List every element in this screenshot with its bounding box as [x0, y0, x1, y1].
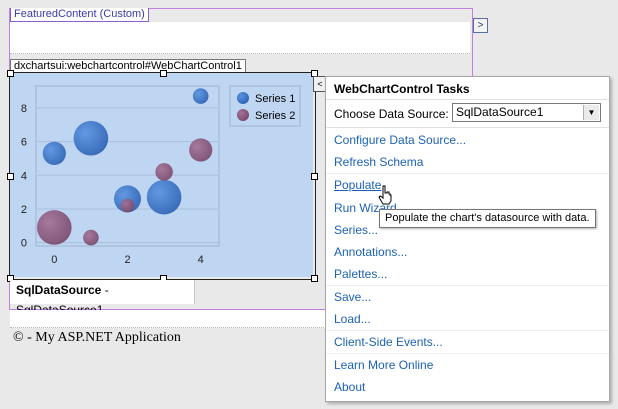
bubble-series-1-point-4	[146, 179, 182, 215]
x-tick-label: 0	[51, 254, 57, 266]
tasks-panel: WebChartControl Tasks Choose Data Source…	[325, 76, 610, 402]
y-tick-label: 6	[21, 137, 27, 149]
divider	[326, 173, 609, 174]
client-side-events-link[interactable]: Client-Side Events...	[334, 335, 443, 349]
datasource-type: SqlDataSource	[16, 283, 102, 297]
y-tick-label: 2	[21, 204, 27, 216]
save-link[interactable]: Save...	[334, 290, 371, 304]
palettes-link[interactable]: Palettes...	[334, 267, 387, 281]
bubble-series-2-point-1	[37, 210, 72, 245]
divider	[326, 353, 609, 354]
legend: Series 1 Series 2	[229, 85, 301, 127]
featured-content-band	[10, 22, 470, 54]
legend-label-series-2: Series 2	[255, 110, 295, 122]
x-tick-label: 2	[124, 254, 130, 266]
legend-label-series-1: Series 1	[255, 93, 295, 105]
bubble-series-1-point-5	[192, 88, 209, 104]
control-tag: dxchartsui:webchartcontrol#WebChartContr…	[10, 59, 246, 73]
divider	[326, 99, 609, 100]
bubble-series-2-point-5	[189, 138, 213, 162]
y-tick-label: 0	[21, 238, 27, 250]
legend-marker-series-2	[237, 109, 249, 121]
configure-data-source-link[interactable]: Configure Data Source...	[334, 133, 466, 147]
load-link[interactable]: Load...	[334, 312, 371, 326]
x-tick-label: 4	[198, 254, 204, 266]
bubble-series-1-point-1	[42, 141, 66, 165]
divider	[326, 330, 609, 331]
legend-marker-series-1	[237, 92, 249, 104]
sql-datasource-component[interactable]: SqlDataSource - SqlDataSource1	[10, 280, 195, 317]
datasource-select-value: SqlDataSource1	[456, 105, 544, 119]
bubble-chart: 0 2 4 6 8 0 2 4 Series 1 Series 2	[21, 85, 301, 266]
datasource-select[interactable]: SqlDataSource1 ▼	[452, 103, 601, 122]
datasource-label: Choose Data Source:	[334, 107, 449, 121]
divider	[326, 127, 609, 128]
tasks-title: WebChartControl Tasks	[334, 82, 470, 96]
learn-more-online-link[interactable]: Learn More Online	[334, 358, 433, 372]
featured-content-tag: FeaturedContent (Custom)	[10, 8, 149, 22]
bubble-series-2-point-4	[155, 163, 173, 181]
y-tick-label: 8	[21, 103, 27, 115]
populate-link[interactable]: Populate	[334, 178, 381, 192]
featured-smart-tag-button[interactable]: >	[473, 18, 488, 33]
chevron-down-icon[interactable]: ▼	[583, 105, 599, 120]
bubble-series-2-point-3	[120, 198, 135, 213]
y-tick-label: 4	[21, 170, 27, 182]
bubble-series-1-point-2	[73, 120, 109, 156]
about-link[interactable]: About	[334, 380, 365, 394]
series-link[interactable]: Series...	[334, 223, 378, 237]
refresh-schema-link[interactable]: Refresh Schema	[334, 155, 423, 169]
divider	[326, 285, 609, 286]
annotations-link[interactable]: Annotations...	[334, 245, 407, 259]
populate-tooltip: Populate the chart's datasource with dat…	[379, 209, 596, 228]
bubble-series-2-point-2	[83, 229, 99, 246]
hand-cursor-icon	[378, 185, 392, 205]
footer-text: © - My ASP.NET Application	[13, 330, 181, 345]
